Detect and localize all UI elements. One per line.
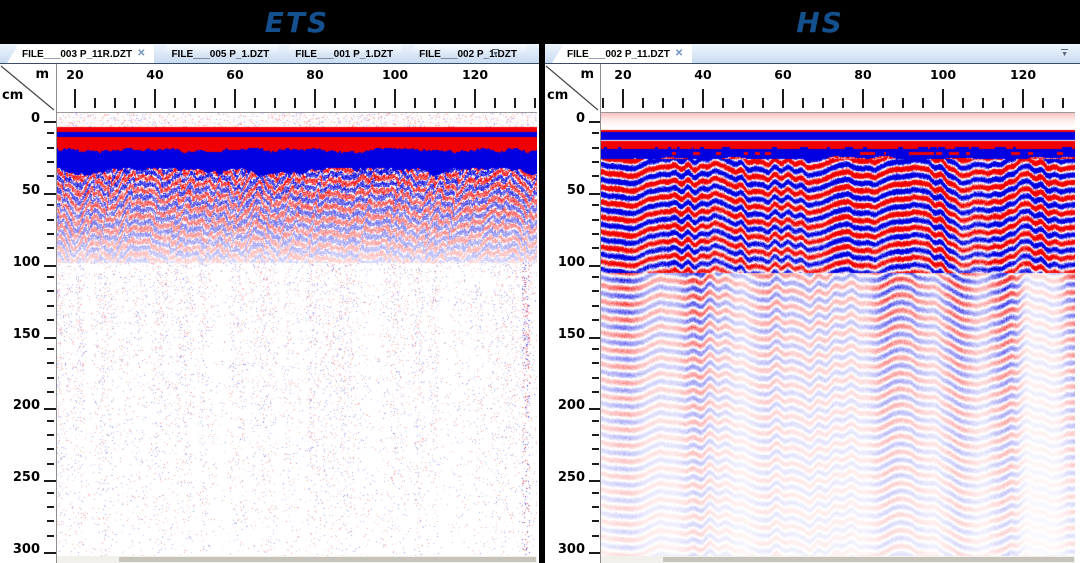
scrollbar-thumb[interactable] bbox=[663, 557, 1074, 562]
tab-bar: FILE___002 P_11.DZT ✕ ▼ bbox=[545, 44, 1080, 64]
app-root: { "ui": { "background_color": "#000000",… bbox=[0, 0, 1080, 563]
horizontal-scrollbar[interactable] bbox=[601, 556, 1075, 563]
radargram-view: m cm 20406080100120 050100150200250300 bbox=[545, 64, 1080, 563]
tab-list-dropdown-icon[interactable]: ▼ bbox=[492, 49, 499, 58]
tab-label: FILE___003 P_11R.DZT bbox=[22, 49, 132, 60]
vertical-ruler: 050100150200250300 bbox=[545, 112, 601, 563]
tab-label: FILE___002 P_1.DZT bbox=[419, 49, 517, 60]
tab-file-005-p1[interactable]: FILE___005 P_1.DZT bbox=[156, 45, 278, 63]
axis-corner: m cm bbox=[545, 64, 601, 112]
horizontal-scrollbar[interactable] bbox=[57, 556, 537, 563]
panel-ets: FILE___003 P_11R.DZT ✕ FILE___005 P_1.DZ… bbox=[0, 44, 539, 563]
right-view-title: HS bbox=[545, 0, 1080, 44]
tab-label: FILE___001 P_1.DZT bbox=[295, 49, 393, 60]
horizontal-ruler: 20406080100120 bbox=[57, 64, 537, 112]
close-icon[interactable]: ✕ bbox=[675, 49, 683, 59]
y-unit-label: cm bbox=[547, 88, 568, 103]
left-view-title: ETS bbox=[0, 0, 539, 44]
axis-corner: m cm bbox=[0, 64, 56, 112]
radargram-canvas-ets[interactable] bbox=[57, 112, 537, 557]
x-unit-label: m bbox=[580, 67, 594, 82]
radargram-canvas-hs[interactable] bbox=[601, 112, 1075, 557]
tab-label: FILE___002 P_11.DZT bbox=[567, 49, 670, 60]
close-icon[interactable]: ✕ bbox=[137, 49, 145, 59]
x-unit-label: m bbox=[35, 67, 49, 82]
vertical-ruler: 050100150200250300 bbox=[0, 112, 56, 563]
radargram-view: m cm 20406080100120 050100150200250300 bbox=[0, 64, 539, 563]
y-unit-label: cm bbox=[2, 88, 23, 103]
tab-file-003-p11r[interactable]: FILE___003 P_11R.DZT ✕ bbox=[7, 45, 154, 63]
tab-label: FILE___005 P_1.DZT bbox=[171, 49, 269, 60]
tab-file-002-p1[interactable]: FILE___002 P_1.DZT bbox=[404, 45, 526, 63]
scrollbar-thumb[interactable] bbox=[119, 557, 536, 562]
tab-list-dropdown-icon[interactable]: ▼ bbox=[1061, 49, 1068, 58]
tab-bar: FILE___003 P_11R.DZT ✕ FILE___005 P_1.DZ… bbox=[0, 44, 539, 64]
panel-hs: FILE___002 P_11.DZT ✕ ▼ m cm 20406080100… bbox=[545, 44, 1080, 563]
tab-file-001-p1[interactable]: FILE___001 P_1.DZT bbox=[280, 45, 402, 63]
horizontal-ruler: 20406080100120 bbox=[601, 64, 1075, 112]
tab-file-002-p11[interactable]: FILE___002 P_11.DZT ✕ bbox=[552, 45, 692, 63]
